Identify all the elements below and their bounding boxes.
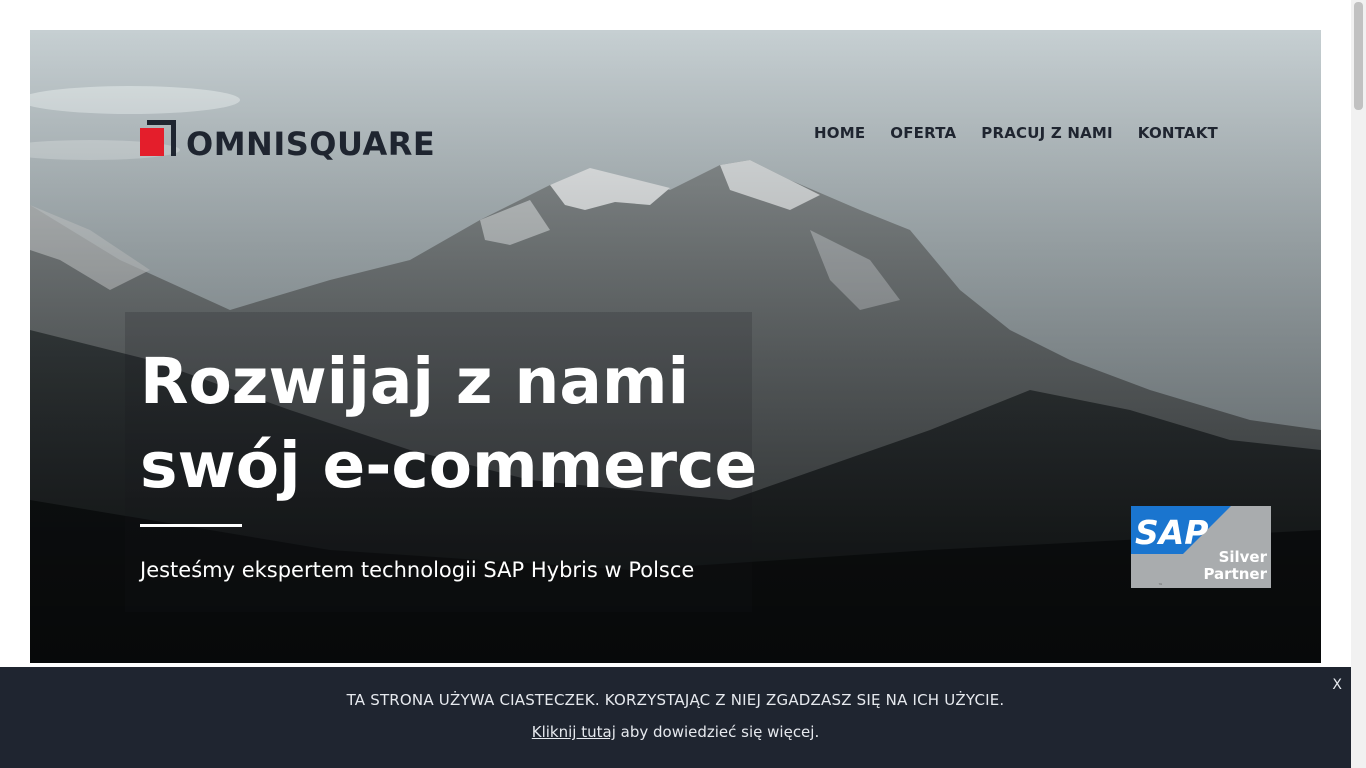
sap-silver-partner-badge[interactable]: SAP Silver Partner ™ — [1131, 506, 1271, 588]
scrollbar-thumb[interactable] — [1354, 2, 1363, 110]
cookie-more-text: aby dowiedzieć się więcej. — [615, 723, 820, 741]
page: OMNISQUARE HOME OFERTA PRACUJ Z NAMI KON… — [0, 0, 1366, 768]
logo-square-icon — [140, 120, 178, 158]
headline-divider — [140, 524, 242, 527]
nav-item-oferta[interactable]: OFERTA — [890, 124, 956, 142]
hero-subheadline: Jesteśmy ekspertem technologii SAP Hybri… — [140, 558, 695, 582]
sap-badge-brand: SAP — [1135, 513, 1209, 552]
logo-text: OMNISQUARE — [186, 125, 436, 163]
close-icon[interactable]: X — [1332, 677, 1342, 693]
sap-badge-trademark: ™ — [1158, 583, 1163, 588]
hero-section: OMNISQUARE HOME OFERTA PRACUJ Z NAMI KON… — [30, 30, 1321, 663]
nav-item-home[interactable]: HOME — [814, 124, 865, 142]
cookie-more-info: Kliknij tutaj aby dowiedzieć się więcej. — [0, 723, 1351, 741]
sap-badge-line-2: Partner — [1203, 565, 1267, 583]
hero-headline-line-2: swój e-commerce — [140, 429, 758, 502]
sap-badge-line-1: Silver — [1219, 548, 1268, 566]
hero-headline-line-1: Rozwijaj z nami — [140, 345, 690, 418]
nav-item-kontakt[interactable]: KONTAKT — [1138, 124, 1218, 142]
main-nav: HOME OFERTA PRACUJ Z NAMI KONTAKT — [814, 124, 1218, 142]
omnisquare-logo[interactable]: OMNISQUARE — [140, 120, 435, 160]
cookie-bar: TA STRONA UŻYWA CIASTECZEK. KORZYSTAJĄC … — [0, 667, 1351, 768]
cookie-message: TA STRONA UŻYWA CIASTECZEK. KORZYSTAJĄC … — [346, 691, 1005, 709]
nav-item-pracuj-z-nami[interactable]: PRACUJ Z NAMI — [981, 124, 1113, 142]
hero-headline: Rozwijaj z nami swój e-commerce — [140, 340, 757, 508]
page-scrollbar[interactable] — [1351, 0, 1366, 768]
cookie-info-link[interactable]: Kliknij tutaj — [532, 723, 616, 741]
